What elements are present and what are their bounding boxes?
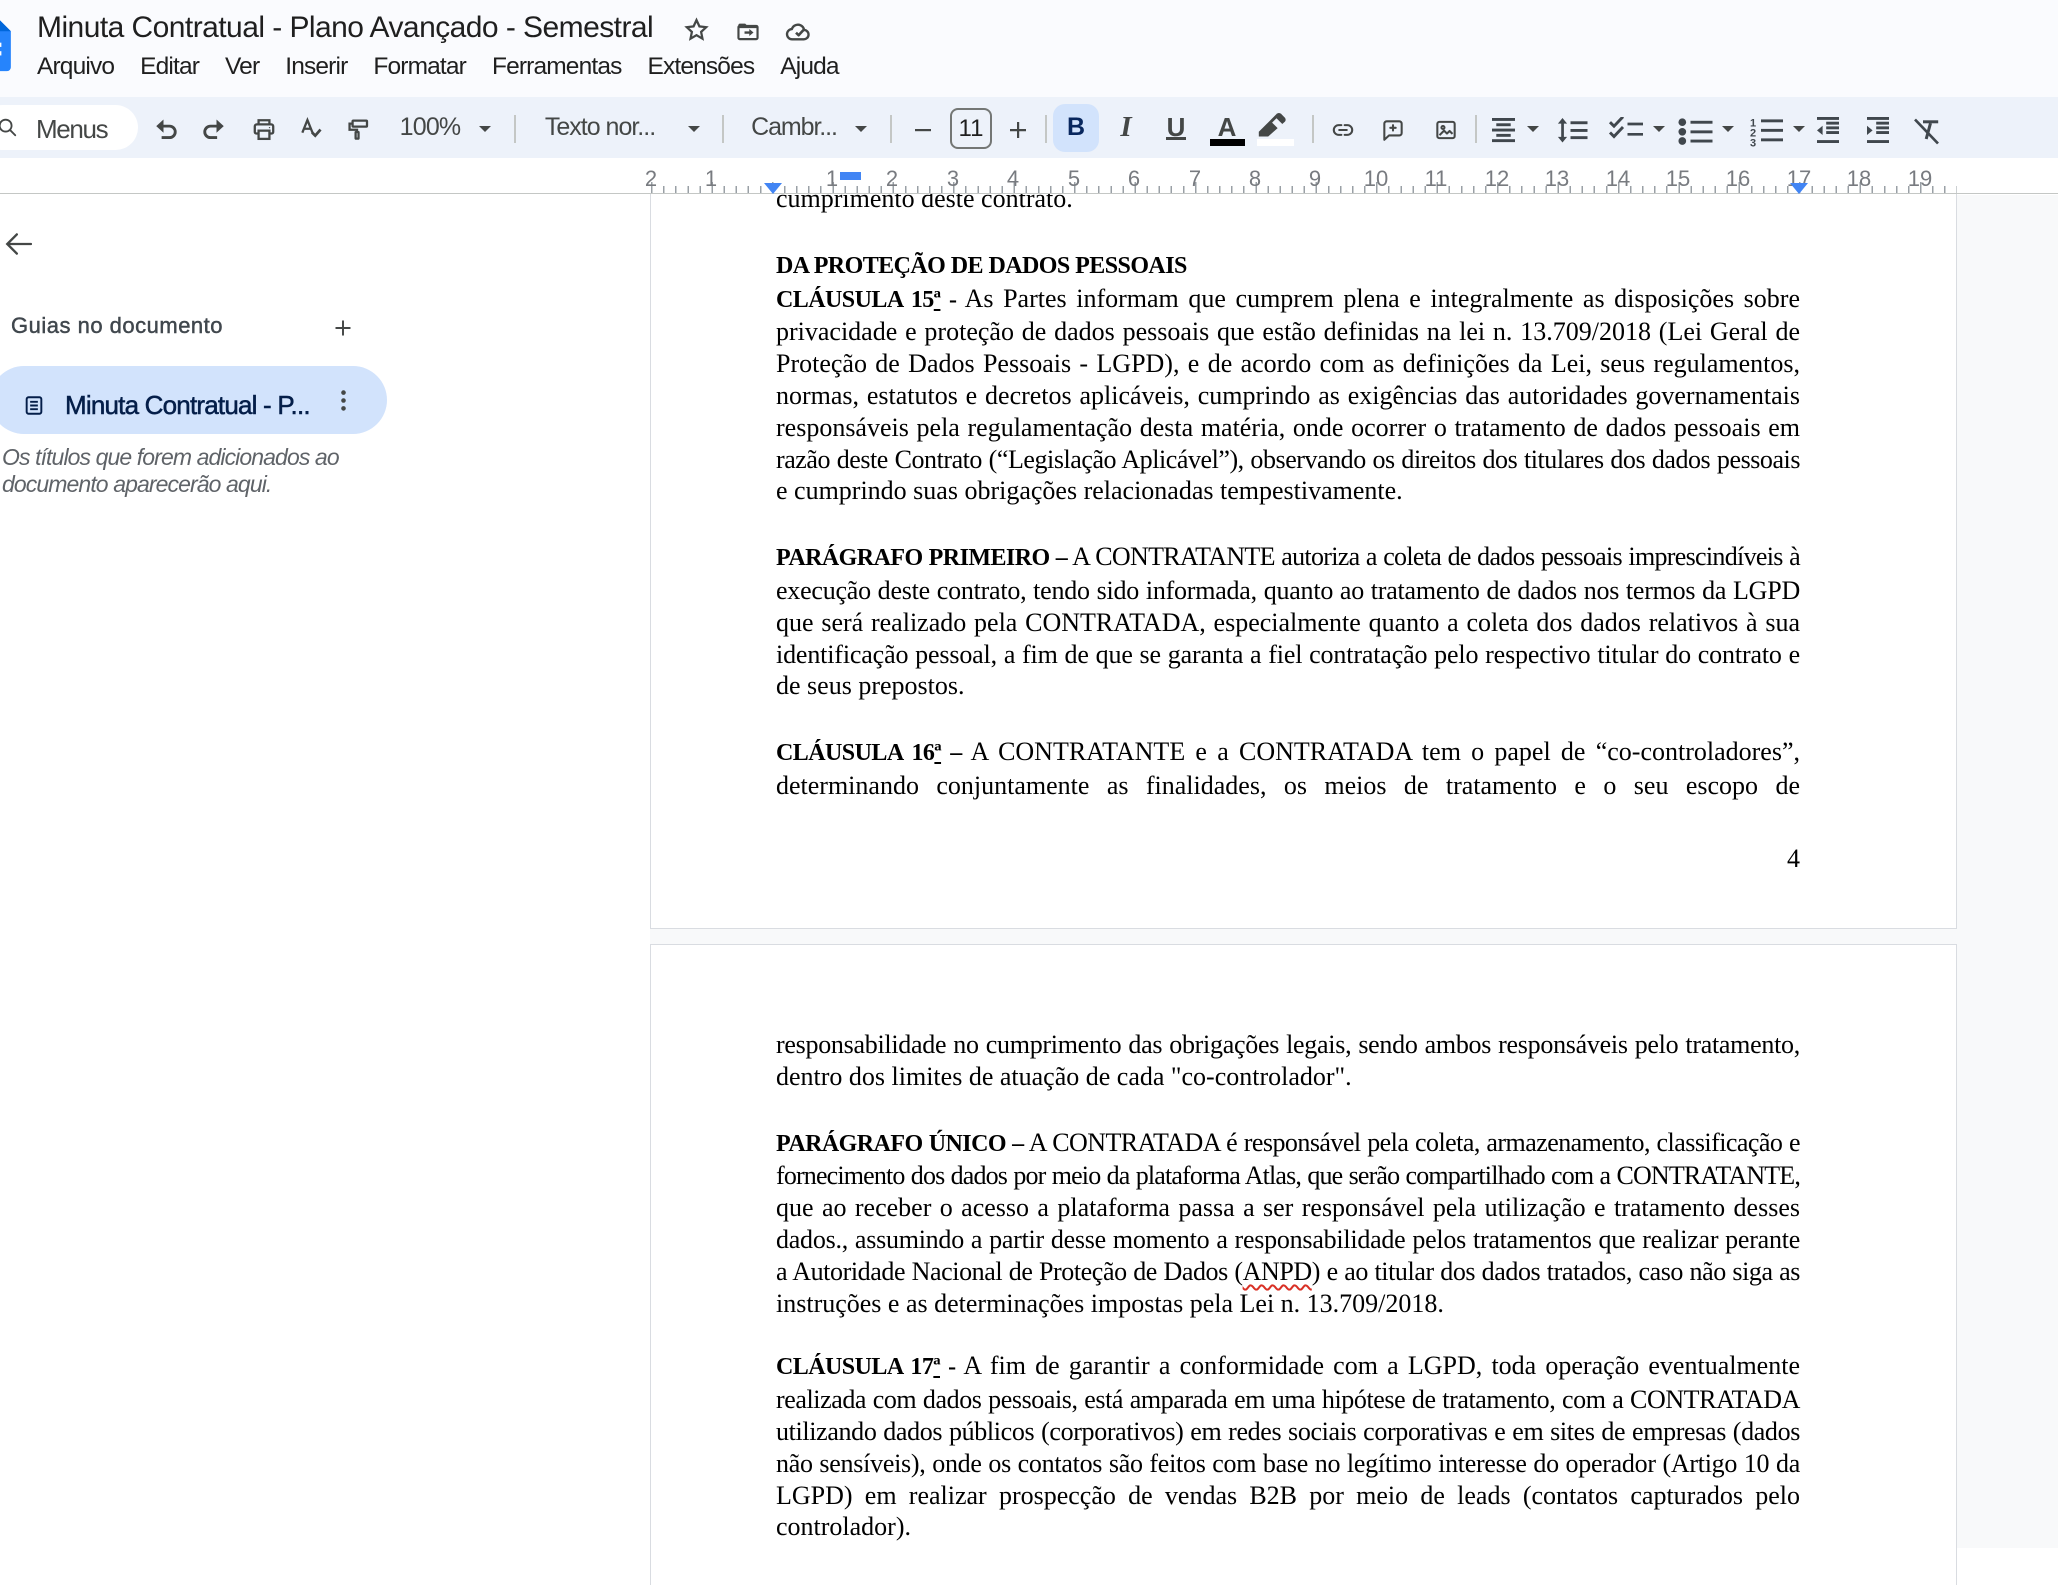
svg-text:3: 3 [1750, 138, 1756, 148]
